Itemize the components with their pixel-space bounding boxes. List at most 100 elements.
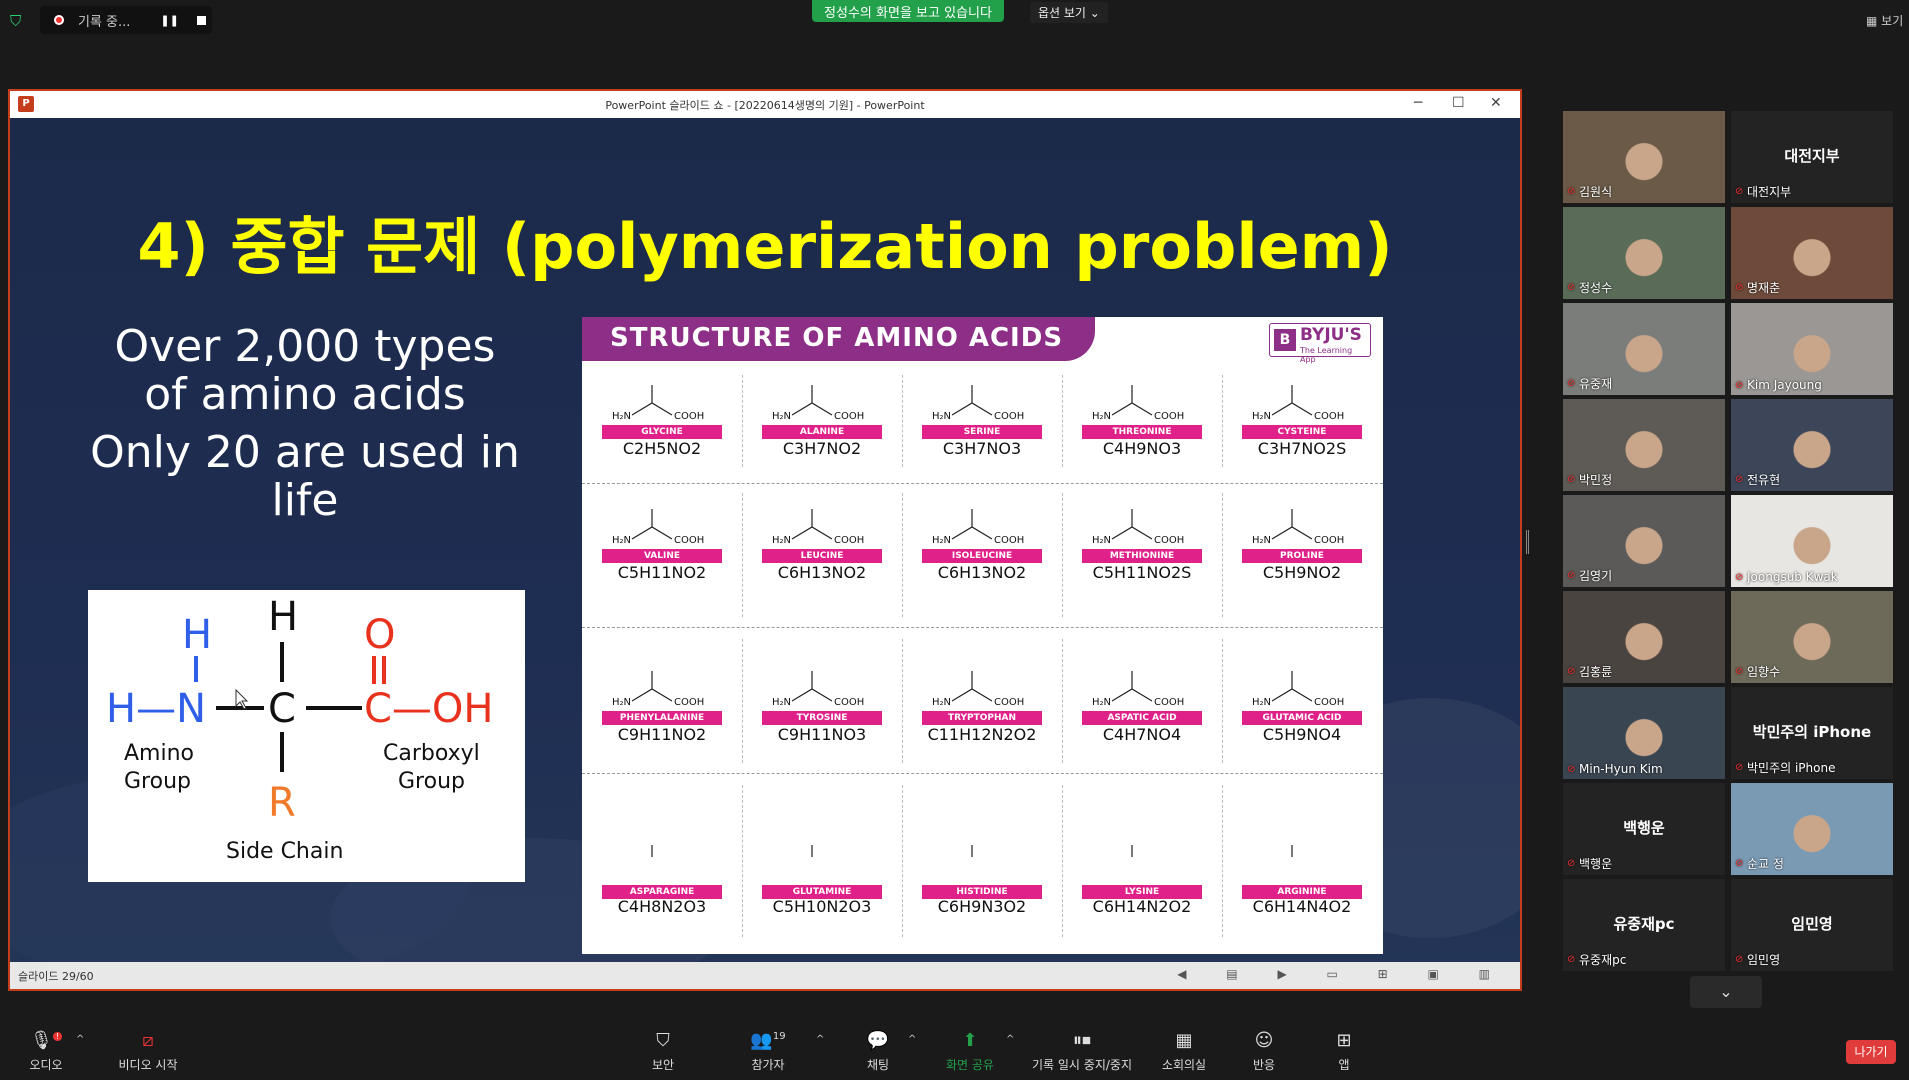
column-divider [902, 785, 903, 937]
close-button[interactable]: ✕ [1490, 95, 1502, 111]
svg-text:H₂N: H₂N [1092, 697, 1111, 708]
record-pause-stop-button[interactable]: ⏸⏹ 기록 일시 중지/중지 [1022, 1030, 1142, 1073]
maximize-button[interactable]: ☐ [1452, 95, 1465, 111]
scroll-down-button[interactable]: ⌄ [1690, 976, 1762, 1008]
amino-acid-formula: C4H7NO4 [1102, 725, 1182, 744]
column-divider [902, 375, 903, 467]
participant-tile[interactable]: ⊘ 순교 정 [1731, 783, 1893, 875]
participant-tile[interactable]: ⊘ 김원식 [1563, 111, 1725, 203]
participant-tile[interactable]: ⊘ 유중재 [1563, 303, 1725, 395]
participant-name: ⊘ 김영기 [1567, 567, 1612, 584]
molecule-structure-icon: H₂NCOOH [651, 845, 653, 857]
participant-tile[interactable]: 대전지부 ⊘ 대전지부 [1731, 111, 1893, 203]
participant-tile[interactable]: 백행운 ⊘ 백행운 [1563, 783, 1725, 875]
window-title: PowerPoint 슬라이드 쇼 - [20220614생명의 기원] - P… [605, 98, 925, 112]
apps-button[interactable]: ⊞ 앱 [1304, 1030, 1384, 1073]
view-options-button[interactable]: 옵션 보기 ⌄ [1030, 2, 1108, 23]
participant-tile[interactable]: ⊘ 정성수 [1563, 207, 1725, 299]
audio-button[interactable]: 🎙! 오디오 ^ [6, 1030, 86, 1073]
amino-acid-formula: C5H10N2O3 [772, 897, 872, 916]
slide-text-line-1: Over 2,000 types of amino acids [114, 321, 496, 420]
participant-tile[interactable]: 박민주의 iPhone ⊘ 박민주의 iPhone [1731, 687, 1893, 779]
participant-name: ⊘ 전유현 [1735, 471, 1780, 488]
svg-text:COOH: COOH [834, 535, 864, 546]
video-label: 비디오 시작 [118, 1058, 178, 1072]
video-off-icon: ⧄ [142, 1030, 154, 1051]
mic-muted-icon: ⊘ [1735, 954, 1744, 965]
share-screen-button[interactable]: ⬆ 화면 공유 ^ [930, 1030, 1014, 1073]
amino-acid-cell: H₂N COOH SERINE C3H7NO3 [902, 361, 1062, 483]
participant-name: ⊘ 대전지부 [1735, 183, 1791, 200]
window-titlebar: P PowerPoint 슬라이드 쇼 - [20220614생명의 기원] -… [10, 91, 1520, 118]
amino-acid-name: ALANINE [762, 425, 882, 439]
grid-icon: ▦ [1175, 1030, 1193, 1051]
shield-icon: ⛉ [656, 1030, 670, 1051]
participant-tile[interactable]: ⊘ 전유현 [1731, 399, 1893, 491]
participant-name: ⊘ 임향수 [1735, 663, 1780, 680]
breakout-rooms-button[interactable]: ▦ 소회의실 [1144, 1030, 1224, 1073]
amino-acid-name: VALINE [602, 549, 722, 563]
svg-text:COOH: COOH [994, 697, 1024, 708]
participant-tile[interactable]: ⊘ 김영기 [1563, 495, 1725, 587]
participant-tile[interactable]: ⊘ Kim Jayoung [1731, 303, 1893, 395]
amino-acid-formula: C4H8N2O3 [617, 897, 707, 916]
participant-tile[interactable]: ⊘ 박민정 [1563, 399, 1725, 491]
minimize-button[interactable]: ─ [1414, 95, 1422, 111]
reactions-label: 반응 [1252, 1058, 1276, 1072]
chevron-up-icon[interactable]: ^ [908, 1034, 916, 1045]
participant-tile[interactable]: ⊘ Min-Hyun Kim [1563, 687, 1725, 779]
reactions-button[interactable]: ☺ 반응 [1224, 1030, 1304, 1073]
chat-button[interactable]: 💬 채팅 ^ [838, 1030, 918, 1073]
security-label: 보안 [651, 1058, 675, 1072]
amino-group-label: Group [124, 769, 191, 794]
participant-tile[interactable]: ⊘ Joongsub Kwak [1731, 495, 1893, 587]
alpha-h: H [268, 594, 298, 640]
svg-text:COOH: COOH [674, 697, 704, 708]
leave-button[interactable]: 나가기 [1846, 1040, 1896, 1064]
participant-name-label: Joongsub Kwak [1747, 570, 1838, 584]
amino-acid-formula: C9H11NO2 [617, 725, 707, 744]
amino-acid-formula: C4H9NO3 [1102, 439, 1182, 458]
participants-button[interactable]: 👥19 참가자 ^ [728, 1030, 824, 1073]
participant-name: ⊘ 정성수 [1567, 279, 1612, 296]
amino-acid-formula: C5H9NO4 [1262, 725, 1342, 744]
chevron-up-icon[interactable]: ^ [816, 1034, 824, 1045]
amino-acid-cell: H₂NCOOHARGININEC6H14N4O2 [1222, 773, 1382, 951]
start-video-button[interactable]: ⧄ 비디오 시작 [98, 1030, 198, 1073]
column-divider [1062, 493, 1063, 617]
svg-text:H₂N: H₂N [932, 697, 951, 708]
participant-name-label: 임민영 [1747, 953, 1781, 967]
participant-tile[interactable]: ⊘ 김홍륜 [1563, 591, 1725, 683]
column-divider [1222, 639, 1223, 763]
participant-tile[interactable]: 임민영 ⊘ 임민영 [1731, 879, 1893, 971]
participant-name-label: 전유현 [1747, 473, 1781, 487]
chat-icon: 💬 [866, 1030, 890, 1051]
participant-name-label: 명재춘 [1747, 281, 1781, 295]
audio-alert-badge: ! [52, 1032, 63, 1041]
svg-text:COOH: COOH [834, 697, 864, 708]
svg-text:COOH: COOH [674, 535, 704, 546]
pause-recording-button[interactable]: ❚❚ [160, 14, 178, 27]
participant-tile[interactable]: ⊘ 명재춘 [1731, 207, 1893, 299]
participant-display-name: 유중재pc [1613, 915, 1675, 933]
column-divider [1062, 375, 1063, 467]
amino-acid-formula: C3H7NO2 [782, 439, 862, 458]
carboxyl-label: Carboxyl [383, 741, 480, 766]
security-button[interactable]: ⛉ 보안 [623, 1030, 703, 1073]
stop-recording-button[interactable] [196, 15, 206, 25]
chevron-up-icon[interactable]: ^ [76, 1034, 84, 1045]
participant-tile[interactable]: ⊘ 임향수 [1731, 591, 1893, 683]
panel-resize-handle[interactable] [1526, 530, 1529, 554]
participant-tile[interactable]: 유중재pc ⊘ 유중재pc [1563, 879, 1725, 971]
amino-acid-formula: C3H7NO3 [942, 439, 1022, 458]
amino-acid-formula: C6H9N3O2 [937, 897, 1027, 916]
shield-icon[interactable]: ⛉ [10, 12, 28, 30]
column-divider [902, 493, 903, 617]
slideshow-controls[interactable]: ◀ ▤ ▶ ▭ ⊞ ▣ ▥ [1177, 967, 1508, 981]
amino-acid-name: TRYPTOPHAN [922, 711, 1042, 725]
chevron-up-icon[interactable]: ^ [1006, 1034, 1014, 1045]
participant-name: ⊘ Min-Hyun Kim [1567, 762, 1663, 776]
svg-text:H₂N: H₂N [612, 411, 631, 422]
svg-text:H₂N: H₂N [1092, 535, 1111, 546]
view-button[interactable]: ▦ 보기 [1866, 12, 1903, 29]
